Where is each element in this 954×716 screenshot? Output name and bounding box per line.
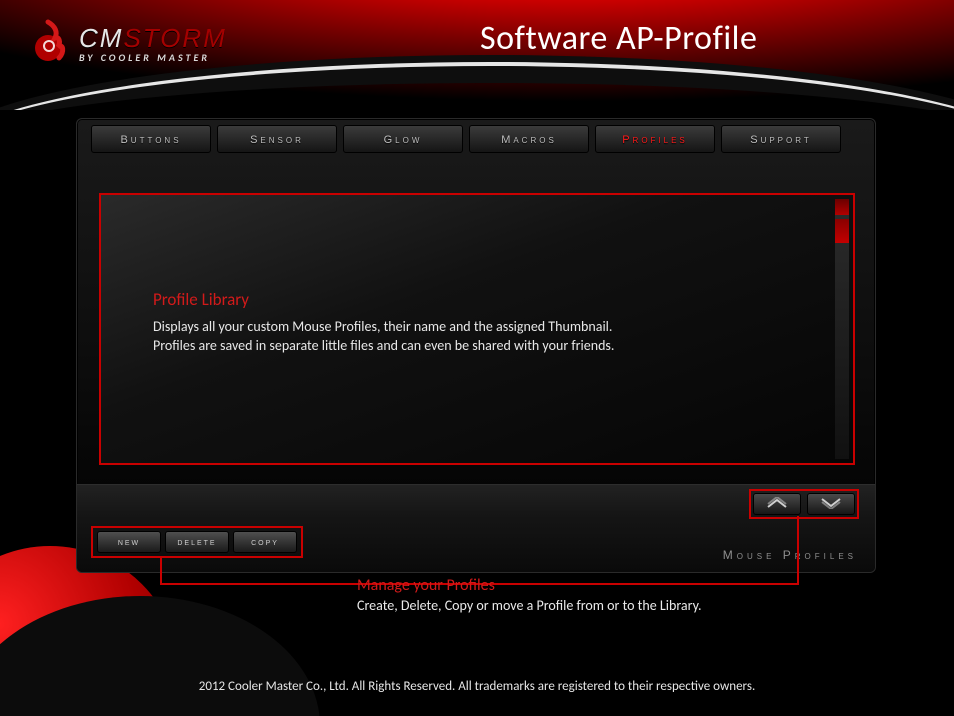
app-window: Buttons Sensor Glow Macros Profiles Supp… bbox=[76, 118, 876, 573]
swirl-icon bbox=[25, 18, 71, 69]
move-arrows-group bbox=[749, 489, 859, 519]
callout-desc: Create, Delete, Copy or move a Profile f… bbox=[357, 597, 877, 614]
brand-name: CMSTORM bbox=[79, 25, 227, 51]
tab-macros[interactable]: Macros bbox=[469, 125, 589, 153]
new-button[interactable]: new bbox=[97, 531, 161, 553]
tab-sensor[interactable]: Sensor bbox=[217, 125, 337, 153]
library-desc-line2: Profiles are saved in separate little fi… bbox=[153, 337, 793, 356]
tab-profiles[interactable]: Profiles bbox=[595, 125, 715, 153]
copy-button[interactable]: copy bbox=[233, 531, 297, 553]
library-title: Profile Library bbox=[153, 289, 793, 310]
copyright: 2012 Cooler Master Co., Ltd. All Rights … bbox=[0, 679, 954, 694]
app-footer: new delete copy Mouse Profiles bbox=[77, 484, 875, 572]
chevron-down-icon bbox=[820, 495, 842, 514]
tab-support[interactable]: Support bbox=[721, 125, 841, 153]
page-title: Software AP-Profile bbox=[480, 18, 930, 59]
callout-title: Manage your Profiles bbox=[357, 576, 877, 595]
delete-button[interactable]: delete bbox=[165, 531, 229, 553]
bottom-corner-dark bbox=[0, 596, 320, 716]
scroll-up-icon[interactable] bbox=[835, 199, 849, 215]
library-scrollbar[interactable] bbox=[835, 199, 849, 459]
move-down-button[interactable] bbox=[807, 493, 855, 515]
brand-subtitle: BY COOLER MASTER bbox=[79, 53, 227, 63]
library-desc-line1: Displays all your custom Mouse Profiles,… bbox=[153, 318, 793, 337]
callout: Manage your Profiles Create, Delete, Cop… bbox=[357, 576, 877, 614]
chevron-up-icon bbox=[766, 495, 788, 514]
profile-action-buttons: new delete copy bbox=[91, 526, 303, 558]
scroll-thumb[interactable] bbox=[835, 219, 849, 243]
profile-library-pane: Profile Library Displays all your custom… bbox=[99, 193, 855, 465]
tab-glow[interactable]: Glow bbox=[343, 125, 463, 153]
tab-buttons[interactable]: Buttons bbox=[91, 125, 211, 153]
tab-bar: Buttons Sensor Glow Macros Profiles Supp… bbox=[91, 125, 841, 153]
move-up-button[interactable] bbox=[753, 493, 801, 515]
section-label: Mouse Profiles bbox=[723, 548, 857, 562]
brand-logo: CMSTORM BY COOLER MASTER bbox=[25, 18, 227, 69]
